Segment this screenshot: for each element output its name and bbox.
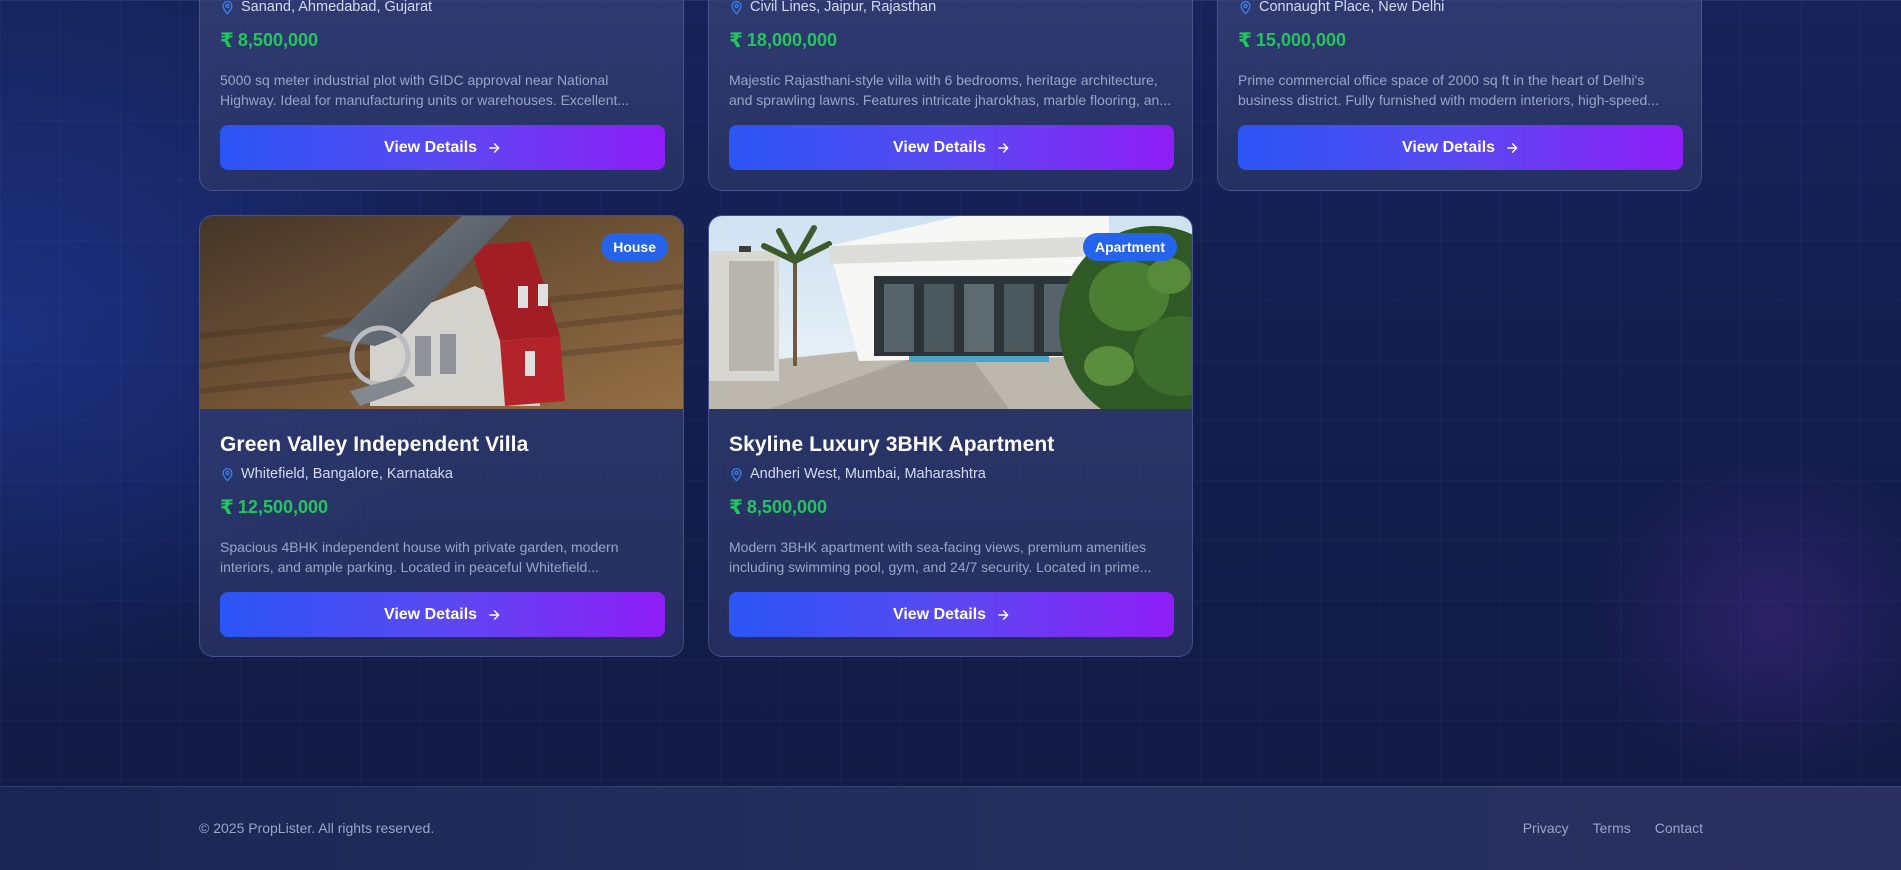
- property-location: Whitefield, Bangalore, Karnataka: [220, 466, 663, 482]
- rupee-symbol: ₹: [729, 497, 743, 519]
- rupee-symbol: ₹: [220, 30, 234, 52]
- site-footer: © 2025 PropLister. All rights reserved. …: [0, 786, 1901, 870]
- view-details-button[interactable]: View Details: [220, 592, 665, 637]
- map-pin-icon: [222, 0, 233, 15]
- property-location: Connaught Place, New Delhi: [1238, 0, 1681, 15]
- property-description: Majestic Rajasthani-style villa with 6 b…: [729, 72, 1171, 108]
- property-title: Green Valley Independent Villa: [220, 433, 529, 456]
- property-description: Prime commercial office space of 2000 sq…: [1238, 72, 1659, 108]
- location-text: Whitefield, Bangalore, Karnataka: [241, 466, 453, 482]
- map-pin-icon: [731, 0, 742, 15]
- property-location: Andheri West, Mumbai, Maharashtra: [729, 466, 1172, 482]
- map-pin-icon: [1240, 0, 1251, 15]
- property-price: ₹ 12,500,000: [220, 495, 663, 520]
- map-pin-icon: [222, 467, 233, 482]
- property-price: ₹ 8,500,000: [729, 495, 1172, 520]
- price-value: 18,000,000: [746, 30, 838, 50]
- view-details-button[interactable]: View Details: [220, 125, 665, 170]
- map-pin-icon: [731, 467, 742, 482]
- view-details-button[interactable]: View Details: [729, 592, 1174, 637]
- property-description: Modern 3BHK apartment with sea-facing vi…: [729, 539, 1152, 575]
- property-price: ₹ 8,500,000: [220, 28, 663, 53]
- property-type-badge: Apartment: [1082, 233, 1177, 261]
- rupee-symbol: ₹: [729, 30, 743, 52]
- footer-link-contact[interactable]: Contact: [1655, 820, 1703, 836]
- footer-link-privacy[interactable]: Privacy: [1523, 820, 1569, 836]
- price-value: 15,000,000: [1255, 30, 1347, 50]
- price-value: 12,500,000: [237, 497, 329, 517]
- arrow-right-icon: [489, 609, 500, 620]
- property-image: Apartment: [709, 216, 1192, 409]
- footer-link-terms[interactable]: Terms: [1593, 820, 1631, 836]
- location-text: Sanand, Ahmedabad, Gujarat: [241, 0, 433, 15]
- arrow-right-icon: [1507, 142, 1518, 153]
- property-location: Sanand, Ahmedabad, Gujarat: [220, 0, 663, 15]
- rupee-symbol: ₹: [220, 497, 234, 519]
- button-label: View Details: [383, 605, 478, 623]
- property-price: ₹ 18,000,000: [729, 28, 1172, 53]
- property-title: Skyline Luxury 3BHK Apartment: [729, 433, 1055, 456]
- property-description: Spacious 4BHK independent house with pri…: [220, 539, 619, 575]
- button-label: View Details: [1401, 138, 1496, 156]
- property-card: Civil Lines, Jaipur, Rajasthan ₹ 18,000,…: [708, 0, 1193, 191]
- button-label: View Details: [892, 138, 987, 156]
- price-value: 8,500,000: [237, 30, 318, 50]
- property-price: ₹ 15,000,000: [1238, 28, 1681, 53]
- property-type-badge: House: [601, 233, 668, 261]
- property-card: Connaught Place, New Delhi ₹ 15,000,000 …: [1217, 0, 1702, 191]
- button-label: View Details: [892, 605, 987, 623]
- arrow-right-icon: [998, 142, 1009, 153]
- button-label: View Details: [383, 138, 478, 156]
- location-text: Connaught Place, New Delhi: [1259, 0, 1445, 15]
- property-description: 5000 sq meter industrial plot with GIDC …: [220, 72, 630, 108]
- location-text: Civil Lines, Jaipur, Rajasthan: [750, 0, 937, 15]
- rupee-symbol: ₹: [1238, 30, 1252, 52]
- property-card: Sanand, Ahmedabad, Gujarat ₹ 8,500,000 5…: [199, 0, 684, 191]
- copyright-text: © 2025 PropLister. All rights reserved.: [199, 820, 435, 836]
- view-details-button[interactable]: View Details: [1238, 125, 1683, 170]
- arrow-right-icon: [998, 609, 1009, 620]
- location-text: Andheri West, Mumbai, Maharashtra: [750, 466, 986, 482]
- arrow-right-icon: [489, 142, 500, 153]
- price-value: 8,500,000: [746, 497, 827, 517]
- view-details-button[interactable]: View Details: [729, 125, 1174, 170]
- property-card[interactable]: House Green Valley Independent Villa Whi…: [199, 215, 684, 657]
- footer-links: Privacy Terms Contact: [1523, 820, 1703, 836]
- property-card[interactable]: Apartment Skyline Luxury 3BHK Apartment …: [708, 215, 1193, 657]
- property-image: House: [200, 216, 683, 409]
- property-location: Civil Lines, Jaipur, Rajasthan: [729, 0, 1172, 15]
